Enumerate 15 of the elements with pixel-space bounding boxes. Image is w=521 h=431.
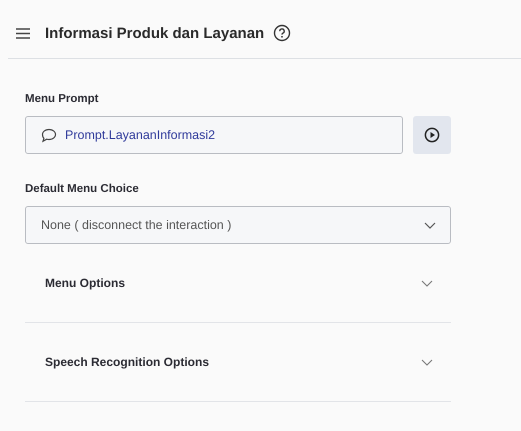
field-label: Default Menu Choice (25, 183, 140, 195)
chevron-down-icon (421, 358, 433, 366)
choice-dropdown[interactable]: None ( disconnect the interaction ) (25, 206, 451, 244)
menu-icon[interactable] (16, 28, 30, 38)
section-header[interactable]: Speech Recognition Options (25, 323, 451, 401)
field-label: Menu Prompt (25, 93, 100, 105)
speech-bubble-icon (41, 128, 57, 142)
page-title: Informasi Produk dan Layanan (45, 24, 264, 42)
chevron-down-icon (424, 222, 436, 228)
prompt-field[interactable]: Prompt.LayananInformasi2 (25, 116, 403, 154)
play-icon (424, 127, 440, 143)
section-header[interactable]: Menu Options (25, 244, 451, 322)
play-button[interactable] (413, 116, 451, 154)
chevron-down-icon (421, 280, 433, 286)
help-icon[interactable] (273, 24, 292, 42)
